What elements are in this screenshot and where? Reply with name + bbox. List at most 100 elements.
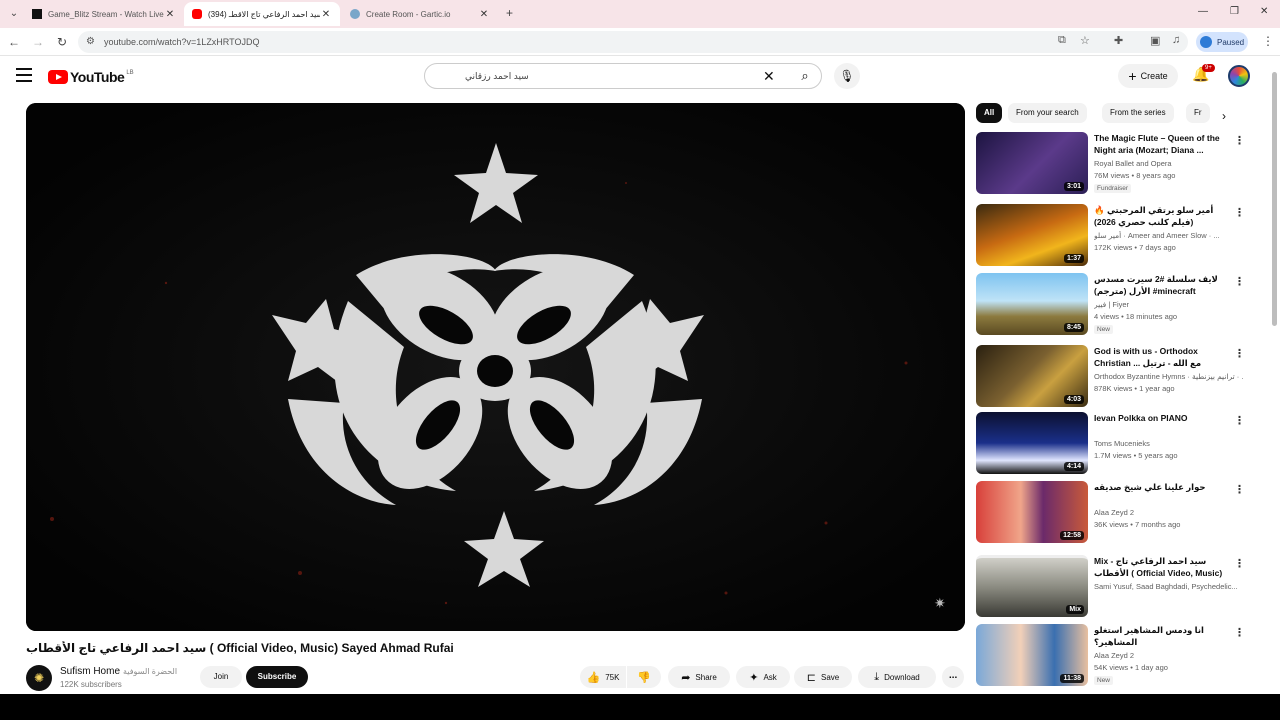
chip-partial[interactable]: Fr	[1186, 103, 1210, 123]
back-button[interactable]: ←	[6, 34, 22, 50]
rec-title[interactable]: Ievan Polkka on PIANO	[1094, 412, 1234, 424]
rec-channel[interactable]: فيير | Fiyer	[1094, 300, 1244, 309]
close-icon[interactable]: ✕	[164, 9, 176, 20]
subscribe-button[interactable]: Subscribe	[246, 666, 308, 688]
rec-title[interactable]: The Magic Flute – Queen of the Night ari…	[1094, 132, 1234, 156]
tab-groups-icon[interactable]: ▣	[1150, 34, 1160, 47]
chip-all[interactable]: All	[976, 103, 1003, 123]
list-item[interactable]: 3:01 The Magic Flute – Queen of the Nigh…	[976, 132, 1246, 194]
more-icon[interactable]: ⋮	[1234, 347, 1245, 360]
save-button[interactable]: ⊏ Save	[794, 666, 852, 688]
youtube-logo[interactable]: YouTube LB	[48, 69, 134, 85]
rec-channel[interactable]: Royal Ballet and Opera	[1094, 159, 1244, 168]
list-item[interactable]: 4:14 Ievan Polkka on PIANO Toms Muceniek…	[976, 412, 1246, 474]
channel-name[interactable]: Sufism Home الحضرة السوفية	[60, 666, 177, 677]
create-button[interactable]: + Create	[1118, 64, 1178, 88]
country-code: LB	[126, 70, 134, 76]
video-thumbnail[interactable]: Mix	[976, 555, 1088, 617]
rec-channel[interactable]: Alaa Zeyd 2	[1094, 508, 1244, 517]
site-info-icon[interactable]: ⚙	[86, 36, 95, 47]
more-icon: ⋯	[949, 672, 957, 682]
list-item[interactable]: 8:45 لايف سلسلة #2 سيرت مسدس الأرل (مترج…	[976, 273, 1246, 335]
mic-icon[interactable]: 🎙	[834, 63, 860, 89]
video-player[interactable]: ✷	[26, 103, 965, 631]
rec-meta: 878K views • 1 year ago	[1094, 384, 1175, 393]
tab-search-button[interactable]: ⌄	[6, 6, 22, 22]
download-button[interactable]: ⤓ Download	[858, 666, 936, 688]
dislike-button[interactable]: 👎	[627, 666, 661, 688]
media-controls-icon[interactable]: ♫	[1172, 34, 1180, 46]
tab-youtube-video[interactable]: (394) سيد احمد الرفاعي تاج الاقطـ ✕	[184, 2, 340, 26]
video-thumbnail[interactable]: 8:45	[976, 273, 1088, 335]
plus-icon: +	[1128, 68, 1137, 84]
restore-button[interactable]: ❐	[1230, 6, 1239, 17]
search-icon[interactable]: ⌕	[787, 64, 823, 88]
share-button[interactable]: ➦ Share	[668, 666, 730, 688]
video-thumbnail[interactable]: 1:37	[976, 204, 1088, 266]
list-item[interactable]: Mix Mix - سيد احمد الرفاعي تاج الأقطاب (…	[976, 555, 1246, 617]
rec-channel[interactable]: Orthodox Byzantine Hymns · ترانيم بيزنطي…	[1094, 372, 1244, 381]
bookmark-star-icon[interactable]: ☆	[1080, 34, 1090, 47]
chevron-right-icon[interactable]: ›	[1222, 109, 1226, 123]
close-window-button[interactable]: ✕	[1260, 6, 1268, 17]
search-input[interactable]: سيد احمد رزقاني	[465, 71, 529, 82]
like-button[interactable]: 👍 75K	[580, 666, 626, 688]
rec-title[interactable]: لايف سلسلة #2 سيرت مسدس الأرل (مترجم) #m…	[1094, 273, 1234, 297]
more-icon[interactable]: ⋮	[1234, 414, 1245, 427]
rec-title[interactable]: أمير سلو يرتقي المرحبتي 🔥 (فيلم كلنب حصر…	[1094, 204, 1234, 228]
tab-gartic[interactable]: Create Room - Gartic.io ✕	[342, 2, 498, 26]
close-icon[interactable]: ✕	[320, 9, 332, 20]
rec-title[interactable]: انا ودمس المشاهير استغلو المشاهير؟	[1094, 624, 1234, 648]
rec-channel[interactable]: أمير سلو · Ameer and Ameer Slow · ...	[1094, 231, 1244, 240]
logo-text: YouTube	[70, 69, 125, 85]
video-thumbnail[interactable]: 4:03	[976, 345, 1088, 407]
page-scrollbar[interactable]	[1272, 72, 1277, 326]
list-item[interactable]: 11:38 انا ودمس المشاهير استغلو المشاهير؟…	[976, 624, 1246, 686]
avatar[interactable]	[1228, 65, 1250, 87]
more-icon[interactable]: ⋮	[1234, 275, 1245, 288]
subscriber-count: 122K subscribers	[60, 680, 122, 689]
rec-title[interactable]: حوار علينا علي شيخ صديقه	[1094, 481, 1234, 493]
channel-name-text[interactable]: Sufism Home	[60, 666, 120, 677]
video-thumbnail[interactable]: 12:58	[976, 481, 1088, 543]
browser-menu-icon[interactable]: ⋮	[1262, 34, 1274, 48]
ask-button[interactable]: ✦ Ask	[736, 666, 790, 688]
clear-search-icon[interactable]: ✕	[763, 68, 775, 85]
install-app-icon[interactable]: ⧉	[1058, 34, 1066, 47]
extensions-icon[interactable]: ✚	[1114, 34, 1123, 47]
rec-title[interactable]: Mix - سيد احمد الرفاعي تاج الأقطاب ( Off…	[1094, 555, 1234, 579]
new-tab-button[interactable]: +	[506, 6, 513, 20]
forward-button[interactable]: →	[30, 34, 46, 50]
list-item[interactable]: 12:58 حوار علينا علي شيخ صديقه Alaa Zeyd…	[976, 481, 1246, 543]
rec-channel[interactable]: Alaa Zeyd 2	[1094, 651, 1244, 660]
more-actions-button[interactable]: ⋯	[942, 666, 964, 688]
join-button[interactable]: Join	[200, 666, 242, 688]
video-thumbnail[interactable]: 4:14	[976, 412, 1088, 474]
more-icon[interactable]: ⋮	[1234, 483, 1245, 496]
search-box[interactable]: سيد احمد رزقاني ✕ ⌕	[424, 63, 822, 89]
video-thumbnail[interactable]: 11:38	[976, 624, 1088, 686]
chip-from-your-search[interactable]: From your search	[1008, 103, 1087, 123]
list-item[interactable]: 4:03 God is with us - Orthodox Christian…	[976, 345, 1246, 407]
profile-paused-button[interactable]: Paused	[1196, 32, 1248, 52]
reload-button[interactable]: ↻	[54, 34, 70, 50]
list-item[interactable]: 1:37 أمير سلو يرتقي المرحبتي 🔥 (فيلم كلن…	[976, 204, 1246, 266]
video-thumbnail[interactable]: 3:01	[976, 132, 1088, 194]
close-icon[interactable]: ✕	[478, 9, 490, 20]
more-icon[interactable]: ⋮	[1234, 626, 1245, 639]
rec-tag: Fundraiser	[1094, 184, 1132, 193]
rec-channel[interactable]: Toms Mucenieks	[1094, 439, 1244, 448]
rec-channel[interactable]: Sami Yusuf, Saad Baghdadi, Psychedelic..…	[1094, 582, 1244, 591]
hamburger-icon[interactable]	[16, 68, 32, 82]
more-icon[interactable]: ⋮	[1234, 134, 1245, 147]
minimize-button[interactable]: —	[1198, 6, 1208, 17]
omnibox[interactable]: ⚙ youtube.com/watch?v=1LZxHRTOJDQ	[78, 31, 1188, 53]
channel-avatar[interactable]: ✺	[26, 665, 52, 691]
create-label: Create	[1140, 71, 1168, 81]
tab-game-blitz[interactable]: Game_Blitz Stream - Watch Live ✕	[24, 2, 184, 26]
chip-from-the-series[interactable]: From the series	[1102, 103, 1174, 123]
more-icon[interactable]: ⋮	[1234, 206, 1245, 219]
more-icon[interactable]: ⋮	[1234, 557, 1245, 570]
rec-title[interactable]: God is with us - Orthodox Christian ... …	[1094, 345, 1234, 369]
gear-icon[interactable]: ✷	[934, 595, 946, 612]
